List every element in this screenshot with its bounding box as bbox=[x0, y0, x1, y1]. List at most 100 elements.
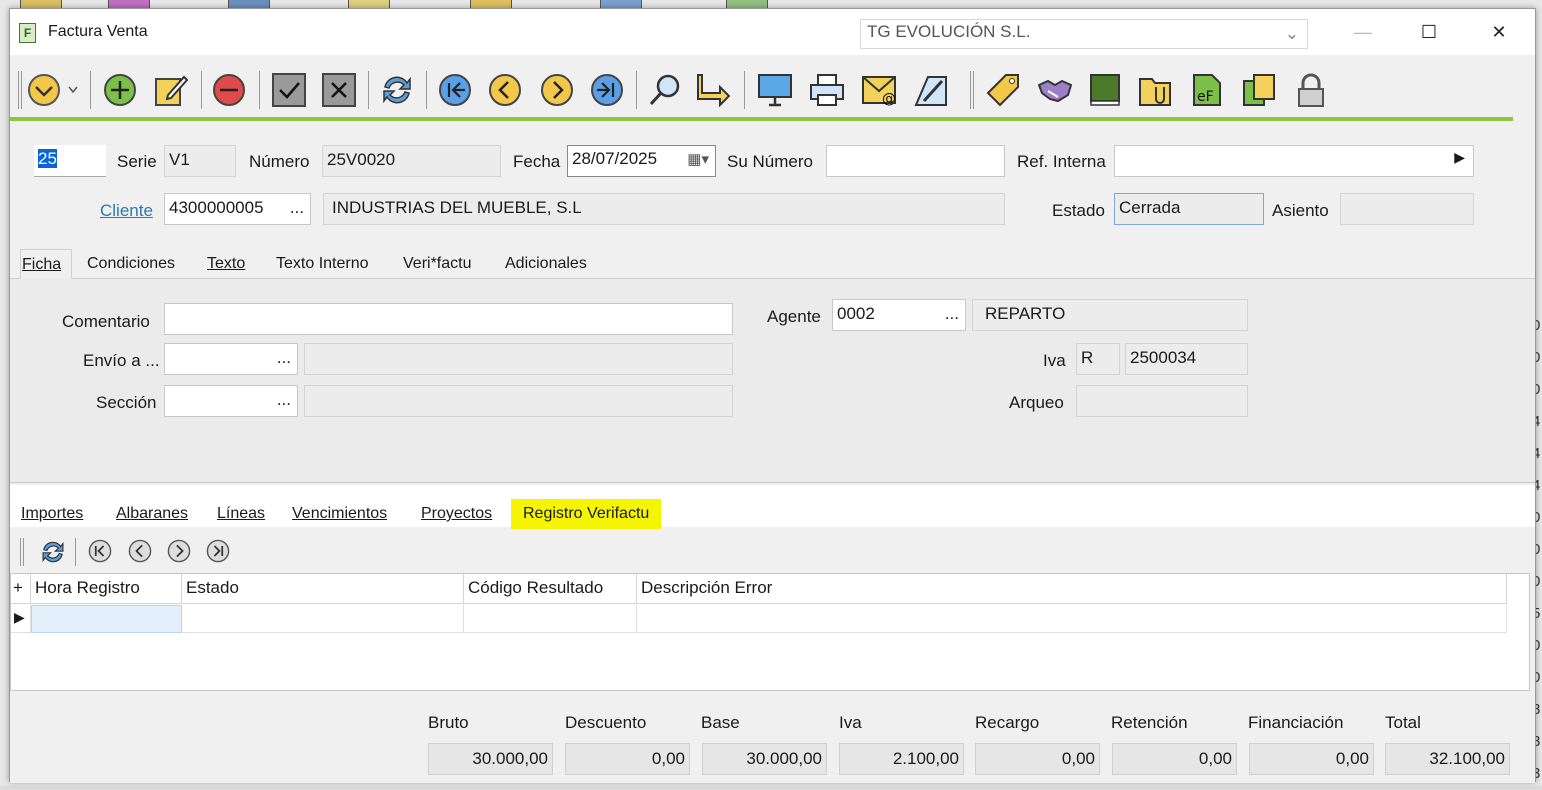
serie-field[interactable]: V1 bbox=[164, 145, 236, 177]
book-icon[interactable] bbox=[1088, 73, 1122, 107]
company-select[interactable]: TG EVOLUCIÓN S.L. ⌄ bbox=[860, 19, 1308, 49]
last-icon[interactable] bbox=[206, 539, 230, 563]
toolbar-separator bbox=[20, 538, 24, 566]
asiento-label: Asiento bbox=[1272, 201, 1329, 220]
chevron-down-icon: ⌄ bbox=[1284, 24, 1299, 43]
fecha-value: 28/07/2025 bbox=[572, 149, 658, 168]
email-icon[interactable]: @ bbox=[862, 73, 896, 107]
toolbar-separator bbox=[75, 538, 76, 566]
prev-icon[interactable] bbox=[488, 73, 522, 107]
toolbar-separator bbox=[744, 71, 745, 109]
svg-text:@: @ bbox=[882, 91, 896, 107]
iva-code-field[interactable]: R bbox=[1076, 343, 1120, 375]
envio-code-field[interactable]: ... bbox=[164, 343, 298, 375]
comentario-label: Comentario bbox=[62, 312, 150, 331]
estado-field[interactable]: Cerrada bbox=[1114, 193, 1264, 225]
toolbar-separator bbox=[201, 71, 202, 109]
toolbar-separator bbox=[636, 71, 637, 109]
seccion-code-field[interactable]: ... bbox=[164, 385, 298, 417]
first-icon[interactable] bbox=[88, 539, 112, 563]
tab-texto[interactable]: Texto bbox=[207, 255, 245, 273]
col-hora-registro[interactable]: Hora Registro bbox=[31, 574, 182, 604]
table-cell[interactable] bbox=[637, 605, 1507, 633]
asiento-field[interactable] bbox=[1340, 193, 1474, 225]
seccion-label: Sección bbox=[96, 393, 157, 412]
add-icon[interactable] bbox=[103, 73, 137, 107]
first-icon[interactable] bbox=[438, 73, 472, 107]
tab-albaranes[interactable]: Albaranes bbox=[116, 505, 188, 523]
cliente-code-field[interactable]: 4300000005... bbox=[164, 193, 311, 225]
id-field[interactable]: 25 bbox=[34, 145, 106, 177]
seccion-lookup-button[interactable]: ... bbox=[277, 390, 291, 410]
tab-proyectos[interactable]: Proyectos bbox=[421, 505, 492, 523]
svg-text:eF: eF bbox=[1197, 89, 1214, 105]
recargo-label: Recargo bbox=[975, 713, 1040, 732]
agente-label: Agente bbox=[767, 307, 821, 326]
search-icon[interactable] bbox=[648, 73, 682, 107]
efactura-icon[interactable]: eF bbox=[1190, 73, 1224, 107]
col-codigo-resultado[interactable]: Código Resultado bbox=[464, 574, 637, 604]
lock-icon[interactable] bbox=[1294, 73, 1328, 107]
monitor-icon[interactable] bbox=[758, 73, 792, 107]
numero-field[interactable]: 25V0020 bbox=[322, 145, 501, 177]
tab-adicionales[interactable]: Adicionales bbox=[505, 255, 587, 273]
ref-interna-field[interactable]: ▶ bbox=[1114, 145, 1474, 177]
edit-icon[interactable] bbox=[154, 73, 188, 107]
accept-icon[interactable] bbox=[272, 73, 306, 107]
minimize-button[interactable]: — bbox=[1340, 17, 1386, 47]
header-fields: 25 Serie V1 Número 25V0020 Fecha 28/07/2… bbox=[10, 123, 1535, 241]
app-icon: F bbox=[19, 23, 36, 43]
table-cell[interactable] bbox=[182, 605, 464, 633]
recargo-value: 0,00 bbox=[975, 743, 1100, 775]
refresh-icon[interactable] bbox=[380, 73, 414, 107]
tab-importes[interactable]: Importes bbox=[21, 505, 83, 523]
iva-label: Iva bbox=[1043, 351, 1066, 370]
print-icon[interactable] bbox=[810, 73, 844, 107]
tab-registro-verifactu[interactable]: Registro Verifactu bbox=[511, 499, 662, 529]
cliente-link[interactable]: Cliente bbox=[100, 201, 153, 221]
tab-verifactu[interactable]: Veri*factu bbox=[403, 255, 471, 273]
handshake-icon[interactable] bbox=[1038, 73, 1072, 107]
delete-icon[interactable] bbox=[212, 73, 246, 107]
numero-label: Número bbox=[249, 152, 310, 171]
cancel-icon[interactable] bbox=[322, 73, 356, 107]
col-descripcion-error[interactable]: Descripción Error bbox=[637, 574, 1507, 604]
calendar-icon[interactable]: ▦▾ bbox=[687, 150, 709, 168]
envio-lookup-button[interactable]: ... bbox=[277, 348, 291, 368]
agente-code-field[interactable]: 0002... bbox=[832, 299, 966, 331]
close-button[interactable]: ✕ bbox=[1476, 17, 1522, 47]
top-tabs: Ficha Condiciones Texto Texto Interno Ve… bbox=[10, 241, 1535, 279]
agente-name-field: REPARTO bbox=[972, 299, 1248, 331]
tab-condiciones[interactable]: Condiciones bbox=[87, 255, 175, 273]
su-numero-field[interactable] bbox=[826, 145, 1005, 177]
edit-doc-icon[interactable] bbox=[914, 73, 948, 107]
agente-lookup-button[interactable]: ... bbox=[945, 304, 959, 324]
last-icon[interactable] bbox=[590, 73, 624, 107]
cliente-lookup-button[interactable]: ... bbox=[290, 198, 304, 218]
toolbar-separator bbox=[970, 71, 974, 109]
next-icon[interactable] bbox=[167, 539, 191, 563]
maximize-button[interactable]: ☐ bbox=[1406, 17, 1452, 47]
next-icon[interactable] bbox=[540, 73, 574, 107]
prev-icon[interactable] bbox=[128, 539, 152, 563]
tab-ficha[interactable]: Ficha bbox=[20, 249, 72, 279]
comentario-field[interactable] bbox=[164, 303, 733, 335]
docs-icon[interactable] bbox=[1242, 73, 1276, 107]
refresh-icon[interactable] bbox=[40, 539, 66, 565]
fecha-field[interactable]: 28/07/2025 ▦▾ bbox=[567, 145, 716, 177]
su-numero-label: Su Número bbox=[727, 152, 813, 171]
attach-icon[interactable] bbox=[1138, 73, 1172, 107]
goto-icon[interactable] bbox=[696, 73, 730, 107]
table-cell[interactable] bbox=[31, 605, 182, 633]
tab-vencimientos[interactable]: Vencimientos bbox=[292, 505, 387, 523]
cliente-name-field: INDUSTRIAS DEL MUEBLE, S.L bbox=[323, 193, 1005, 225]
tag-icon[interactable] bbox=[986, 73, 1020, 107]
total-value: 32.100,00 bbox=[1385, 743, 1510, 775]
accent-line bbox=[10, 117, 1513, 121]
dropdown-check-icon[interactable] bbox=[27, 73, 83, 107]
col-estado[interactable]: Estado bbox=[182, 574, 464, 604]
add-row-button[interactable]: + bbox=[11, 574, 31, 604]
table-cell[interactable] bbox=[464, 605, 637, 633]
tab-texto-interno[interactable]: Texto Interno bbox=[276, 255, 369, 273]
tab-lineas[interactable]: Líneas bbox=[217, 505, 265, 523]
